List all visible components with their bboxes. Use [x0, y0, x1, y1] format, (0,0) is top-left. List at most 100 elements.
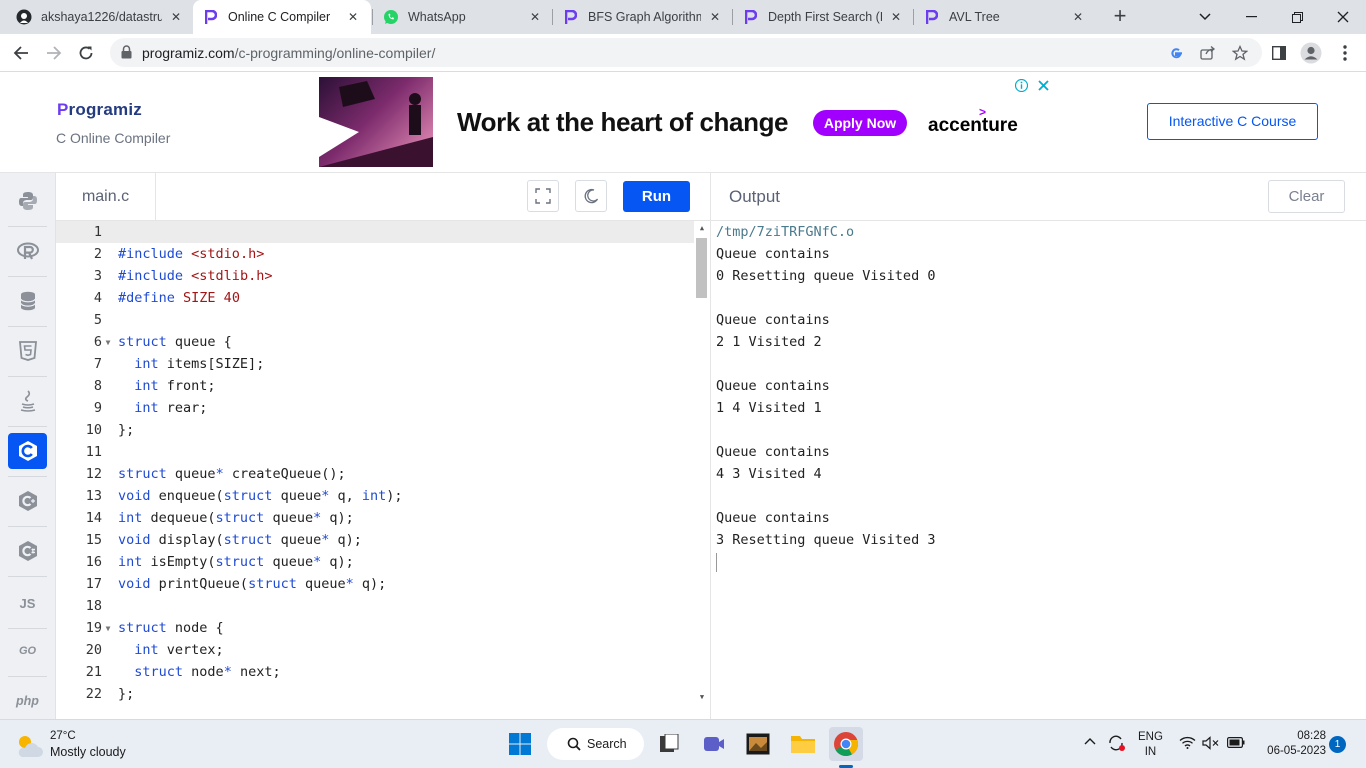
editor-scrollbar[interactable]: ▲ ▼	[694, 221, 710, 719]
close-window-button[interactable]	[1320, 0, 1366, 34]
profile-avatar-icon[interactable]	[1300, 42, 1322, 64]
minimize-button[interactable]	[1228, 0, 1274, 34]
menu-kebab-icon[interactable]	[1334, 42, 1356, 64]
new-tab-button[interactable]: +	[1108, 5, 1132, 29]
browser-tab-4[interactable]: BFS Graph Algorithm(✕	[553, 0, 733, 34]
file-tab-main[interactable]: main.c	[56, 173, 156, 220]
code-line[interactable]: 18	[56, 595, 694, 617]
tab-close-icon[interactable]: ✕	[1070, 10, 1086, 24]
code-line[interactable]: 19 ▼ struct node {	[56, 617, 694, 639]
code-line[interactable]: 22};	[56, 683, 694, 705]
code-line[interactable]: 3 #include <stdlib.h>	[56, 265, 694, 287]
show-hidden-icons-button[interactable]	[1084, 736, 1096, 748]
code-line[interactable]: 13 void enqueue(struct queue* q, int);	[56, 485, 694, 507]
code-line[interactable]: 14 int dequeue(struct queue* q);	[56, 507, 694, 529]
html-icon[interactable]	[8, 333, 47, 369]
code-text: #include <stdlib.h>	[118, 268, 273, 284]
code-line[interactable]: 11	[56, 441, 694, 463]
code-line[interactable]: 12 struct queue* createQueue();	[56, 463, 694, 485]
scrollbar-thumb[interactable]	[696, 238, 707, 298]
input-language-indicator[interactable]: ENG IN	[1138, 730, 1163, 760]
photos-app-button[interactable]	[741, 727, 775, 761]
scroll-down-arrow-icon[interactable]: ▼	[697, 693, 707, 701]
teams-chat-button[interactable]	[697, 727, 731, 761]
run-button[interactable]: Run	[623, 181, 690, 212]
code-line[interactable]: 9 int rear;	[56, 397, 694, 419]
php-icon[interactable]: php	[8, 683, 47, 719]
output-line: 4 3 Visited 4	[716, 466, 822, 482]
go-icon[interactable]: GO	[8, 633, 47, 669]
tab-close-icon[interactable]: ✕	[707, 10, 723, 24]
address-bar[interactable]: programiz.com/c-programming/online-compi…	[110, 38, 1262, 67]
clear-button[interactable]: Clear	[1268, 180, 1345, 213]
output-console[interactable]: /tmp/7ziTRFGNfC.o Queue contains 0 Resetti…	[710, 221, 1366, 719]
tab-close-icon[interactable]: ✕	[527, 10, 543, 24]
dark-mode-button[interactable]	[575, 180, 607, 212]
bookmark-star-icon[interactable]	[1231, 44, 1249, 62]
fullscreen-button[interactable]	[527, 180, 559, 212]
weather-widget[interactable]: 27°C Mostly cloudy	[14, 728, 164, 762]
taskbar-search[interactable]: Search	[547, 728, 644, 760]
battery-icon[interactable]	[1227, 737, 1245, 751]
file-explorer-button[interactable]	[786, 727, 820, 761]
code-line[interactable]: 20 int vertex;	[56, 639, 694, 661]
tab-close-icon[interactable]: ✕	[888, 10, 904, 24]
restore-button[interactable]	[1274, 0, 1320, 34]
code-line[interactable]: 10};	[56, 419, 694, 441]
back-button[interactable]	[9, 41, 33, 65]
info-icon[interactable]	[1015, 78, 1028, 92]
fold-toggle-icon[interactable]: ▼	[102, 624, 114, 633]
browser-tab-5[interactable]: Depth First Search (DF ✕	[733, 0, 914, 34]
java-icon[interactable]	[8, 383, 47, 419]
side-panel-icon[interactable]	[1268, 42, 1290, 64]
sync-status-icon[interactable]	[1107, 734, 1127, 755]
share-icon[interactable]	[1199, 44, 1217, 62]
code-line[interactable]: 6 ▼ struct queue {	[56, 331, 694, 353]
cpp-icon[interactable]	[8, 483, 47, 519]
sql-icon[interactable]	[8, 283, 47, 319]
start-button[interactable]	[503, 727, 537, 761]
code-line[interactable]: 7 int items[SIZE];	[56, 353, 694, 375]
code-line[interactable]: 5	[56, 309, 694, 331]
reload-button[interactable]	[74, 41, 98, 65]
programiz-logo[interactable]: Programiz	[57, 100, 142, 120]
tab-close-icon[interactable]: ✕	[345, 10, 361, 24]
r-icon[interactable]	[8, 233, 47, 269]
interactive-course-button[interactable]: Interactive C Course	[1147, 103, 1318, 140]
chrome-taskbar-button[interactable]	[829, 727, 863, 768]
code-line[interactable]: 17 void printQueue(struct queue* q);	[56, 573, 694, 595]
forward-button[interactable]	[42, 41, 66, 65]
ad-banner[interactable]: Work at the heart of change Apply Now ac…	[319, 77, 1059, 167]
c-icon[interactable]	[8, 433, 47, 469]
google-icon[interactable]	[1167, 44, 1185, 62]
code-line[interactable]: 4 #define SIZE 40	[56, 287, 694, 309]
tab-close-icon[interactable]: ✕	[168, 10, 184, 24]
browser-tab-2[interactable]: Online C Compiler ✕	[193, 0, 371, 34]
browser-tab-6[interactable]: AVL Tree ✕	[914, 0, 1096, 34]
code-line[interactable]: 8 int front;	[56, 375, 694, 397]
chevron-up-icon	[1084, 738, 1096, 745]
scroll-up-arrow-icon[interactable]: ▲	[697, 224, 707, 232]
fold-toggle-icon[interactable]: ▼	[102, 338, 114, 347]
js-icon[interactable]: JS	[8, 585, 47, 621]
code-editor[interactable]: 1 2 #include <stdio.h> 3 #include <stdlib.h>…	[56, 221, 710, 719]
code-line[interactable]: 16 int isEmpty(struct queue* q);	[56, 551, 694, 573]
ad-close-icon[interactable]	[1038, 79, 1049, 91]
browser-tab-1[interactable]: akshaya1226/datastru ✕	[6, 0, 194, 34]
code-line[interactable]: 2 #include <stdio.h>	[56, 243, 694, 265]
task-view-button[interactable]	[652, 727, 686, 761]
csharp-icon[interactable]	[8, 533, 47, 569]
code-line[interactable]: 15 void display(struct queue* q);	[56, 529, 694, 551]
volume-muted-icon[interactable]	[1202, 736, 1220, 753]
system-clock[interactable]: 08:28 06-05-2023	[1258, 729, 1326, 759]
ad-apply-button[interactable]: Apply Now	[813, 110, 907, 136]
code-line[interactable]: 1	[56, 221, 694, 243]
tab-search-button[interactable]	[1182, 0, 1228, 34]
ad-choices[interactable]	[1015, 77, 1049, 93]
code-line[interactable]: 21 struct node* next;	[56, 661, 694, 683]
notification-badge[interactable]: 1	[1329, 736, 1346, 753]
python-icon[interactable]	[8, 183, 47, 219]
browser-tab-3[interactable]: WhatsApp ✕	[373, 0, 553, 34]
line-number: 12	[85, 466, 102, 482]
wifi-icon[interactable]	[1179, 736, 1196, 752]
